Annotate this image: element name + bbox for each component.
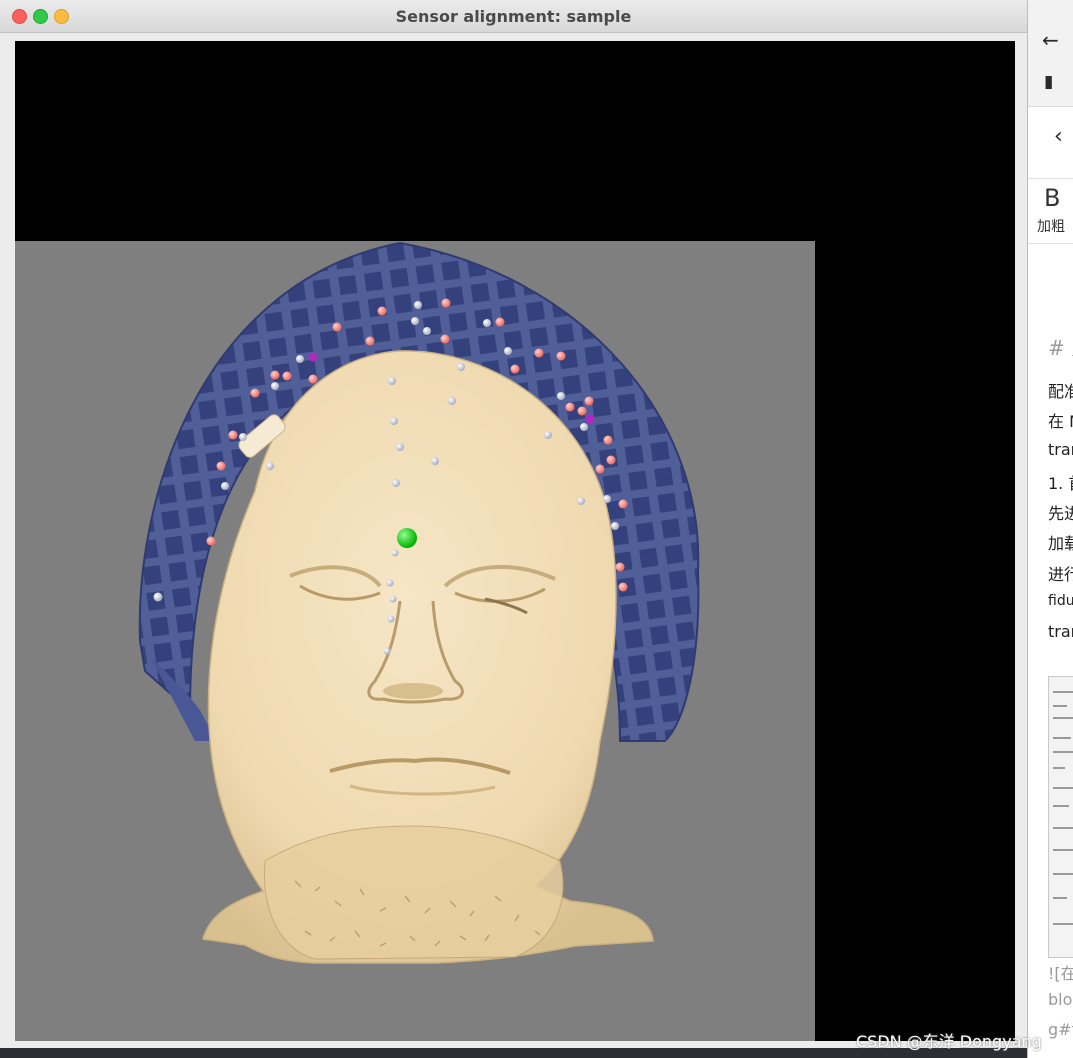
bold-label: 加粗: [1037, 219, 1065, 235]
editor-line[interactable]: g#t: [1048, 1020, 1073, 1039]
editor-line[interactable]: ![在: [1048, 960, 1073, 984]
editor-line[interactable]: 在 M: [1048, 408, 1073, 432]
folder-icon[interactable]: ▮: [1044, 72, 1053, 92]
editor-line[interactable]: tran: [1048, 622, 1073, 641]
editor-line[interactable]: blo: [1048, 990, 1072, 1009]
editor-line[interactable]: 进行: [1048, 561, 1073, 585]
editor-line[interactable]: 1. 首: [1048, 470, 1073, 494]
sensor-alignment-window: Sensor alignment: sample: [0, 0, 1028, 1058]
editor-panel: ← ▮ ‹ B 加粗 # 人 配准 在 M tran 1. 首 先进 加载 进行…: [1028, 0, 1073, 1058]
title-bar[interactable]: Sensor alignment: sample: [0, 0, 1027, 33]
editor-line[interactable]: 配准: [1048, 378, 1073, 402]
window-title: Sensor alignment: sample: [395, 7, 632, 26]
embedded-screenshot-thumbnail[interactable]: [1048, 676, 1073, 958]
editor-line[interactable]: 加载: [1048, 530, 1073, 554]
editor-line[interactable]: tran: [1048, 440, 1073, 459]
chevron-left-icon[interactable]: ‹: [1054, 124, 1063, 149]
editor-line[interactable]: # 人: [1048, 332, 1073, 361]
editor-line[interactable]: fidu: [1048, 593, 1073, 609]
head-scene[interactable]: [15, 241, 815, 1041]
watermark: CSDN @东洋 Dongyang: [856, 1032, 1042, 1051]
arrow-left-icon[interactable]: ←: [1042, 28, 1059, 52]
fiducial-point: [397, 528, 417, 548]
editor-line[interactable]: 先进: [1048, 500, 1073, 524]
bold-button[interactable]: B: [1044, 184, 1060, 212]
3d-viewport[interactable]: [15, 41, 1015, 1041]
editor-toolbar: ← ▮: [1028, 0, 1073, 107]
